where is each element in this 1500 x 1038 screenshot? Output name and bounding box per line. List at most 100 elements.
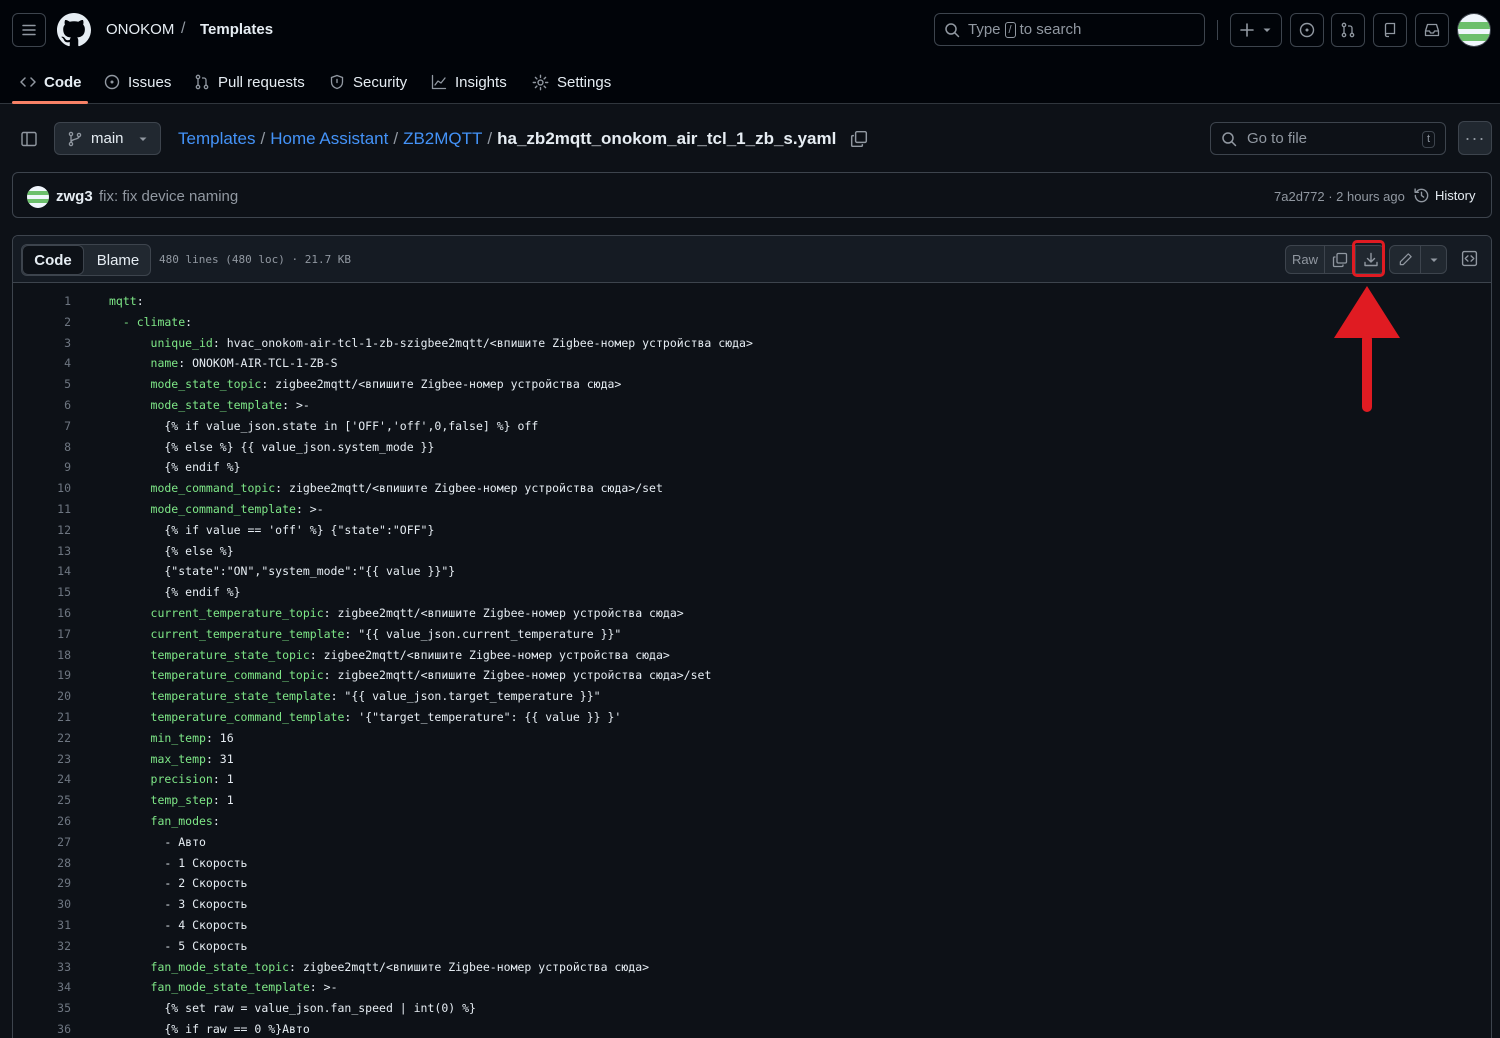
tab-pull-requests[interactable]: Pull requests: [194, 60, 305, 104]
global-header: ONOKOM / Templates Type / to search Code…: [0, 0, 1500, 104]
plus-icon: [1240, 23, 1254, 37]
line-content: - 1 Скорость: [109, 853, 247, 874]
yaml-value: - Авто: [109, 834, 206, 849]
edit-options-dropdown[interactable]: [1421, 246, 1447, 273]
yaml-key: mode_state_topic: [109, 377, 262, 392]
line-number[interactable]: 1: [13, 291, 71, 312]
commit-author-avatar[interactable]: [27, 186, 49, 208]
create-new-button[interactable]: [1230, 13, 1282, 47]
line-number[interactable]: 23: [13, 749, 71, 770]
line-number[interactable]: 15: [13, 582, 71, 603]
global-search-input[interactable]: Type / to search: [934, 13, 1205, 46]
yaml-value: - 5 Скорость: [109, 938, 248, 953]
line-content: {% if value == 'off' %} {"state":"OFF"}: [109, 520, 434, 541]
line-number[interactable]: 11: [13, 499, 71, 520]
repositories-button[interactable]: [1373, 13, 1407, 47]
copy-raw-button[interactable]: [1325, 246, 1355, 273]
menu-button[interactable]: [12, 13, 46, 47]
yaml-value: {% else %}: [109, 543, 234, 558]
line-number[interactable]: 29: [13, 873, 71, 894]
line-number[interactable]: 13: [13, 541, 71, 562]
commit-author[interactable]: zwg3: [56, 188, 93, 205]
yaml-key: fan_mode_state_topic: [109, 959, 290, 974]
history-button[interactable]: History: [1413, 187, 1475, 204]
line-number[interactable]: 4: [13, 353, 71, 374]
file-path-breadcrumb: Templates / Home Assistant / ZB2MQTT / h…: [178, 129, 868, 149]
line-number[interactable]: 26: [13, 811, 71, 832]
line-number[interactable]: 33: [13, 957, 71, 978]
edit-file-button[interactable]: [1390, 246, 1420, 273]
code-line: 9 {% endif %}: [13, 457, 1491, 478]
line-number[interactable]: 27: [13, 832, 71, 853]
toggle-file-tree-button[interactable]: [12, 122, 46, 155]
line-content: - 3 Скорость: [109, 894, 247, 915]
line-number[interactable]: 5: [13, 374, 71, 395]
line-number[interactable]: 3: [13, 333, 71, 354]
path-link-templates[interactable]: Templates: [178, 129, 255, 149]
tab-code[interactable]: Code: [20, 60, 82, 104]
line-number[interactable]: 12: [13, 520, 71, 541]
tab-security[interactable]: Security: [329, 60, 407, 104]
line-number[interactable]: 34: [13, 977, 71, 998]
path-link-home-assistant[interactable]: Home Assistant: [270, 129, 388, 149]
line-number[interactable]: 22: [13, 728, 71, 749]
github-logo-icon[interactable]: [57, 13, 91, 47]
line-number[interactable]: 30: [13, 894, 71, 915]
commit-sha-time[interactable]: 7a2d772 · 2 hours ago: [1274, 189, 1405, 204]
line-number[interactable]: 6: [13, 395, 71, 416]
inbox-button[interactable]: [1415, 13, 1449, 47]
line-number[interactable]: 21: [13, 707, 71, 728]
raw-button[interactable]: Raw: [1286, 246, 1324, 273]
issues-button[interactable]: [1290, 13, 1324, 47]
commit-message[interactable]: fix: fix device naming: [99, 188, 238, 205]
line-number[interactable]: 17: [13, 624, 71, 645]
yaml-value: {% endif %}: [109, 460, 241, 475]
line-number[interactable]: 24: [13, 769, 71, 790]
copy-path-icon[interactable]: [850, 130, 868, 148]
yaml-key: fan_modes: [109, 813, 213, 828]
search-shortcut-key: /: [1004, 21, 1016, 38]
go-to-file-shortcut: t: [1421, 131, 1435, 148]
yaml-key: current_temperature_template: [109, 626, 345, 641]
line-number[interactable]: 19: [13, 665, 71, 686]
line-number[interactable]: 20: [13, 686, 71, 707]
pull-requests-button[interactable]: [1331, 13, 1365, 47]
branch-selector[interactable]: main: [54, 122, 161, 155]
go-to-file-input[interactable]: Go to file t: [1210, 122, 1446, 155]
line-content: {% endif %}: [109, 582, 240, 603]
line-number[interactable]: 14: [13, 561, 71, 582]
line-number[interactable]: 9: [13, 457, 71, 478]
code-view-button[interactable]: Code: [22, 245, 84, 275]
line-number[interactable]: 25: [13, 790, 71, 811]
line-number[interactable]: 35: [13, 998, 71, 1019]
line-number[interactable]: 16: [13, 603, 71, 624]
line-number[interactable]: 2: [13, 312, 71, 333]
tab-issues[interactable]: Issues: [104, 60, 171, 104]
owner-link[interactable]: ONOKOM: [106, 21, 174, 38]
repo-nav-tabs: Code Issues Pull requests Security Insig…: [0, 60, 1500, 104]
tab-insights[interactable]: Insights: [431, 60, 507, 104]
yaml-key: temperature_state_template: [109, 689, 331, 704]
line-number[interactable]: 31: [13, 915, 71, 936]
line-number[interactable]: 36: [13, 1019, 71, 1038]
more-options-button[interactable]: ···: [1458, 121, 1492, 155]
line-content: - climate:: [109, 312, 192, 333]
symbols-panel-button[interactable]: [1455, 245, 1483, 272]
line-number[interactable]: 32: [13, 936, 71, 957]
blame-view-button[interactable]: Blame: [86, 245, 150, 275]
yaml-value: : hvac_onokom-air-tcl-1-zb-szigbee2mqtt/…: [212, 335, 753, 350]
line-number[interactable]: 10: [13, 478, 71, 499]
tab-settings[interactable]: Settings: [532, 60, 611, 104]
search-placeholder-end: to search: [1019, 21, 1082, 38]
path-link-zb2mqtt[interactable]: ZB2MQTT: [403, 129, 482, 149]
yaml-value: : zigbee2mqtt/<впишите Zigbee-номер устр…: [323, 605, 684, 620]
yaml-value: - 2 Скорость: [109, 876, 248, 891]
gear-icon: [532, 74, 549, 90]
repo-link[interactable]: Templates: [200, 21, 273, 38]
line-number[interactable]: 18: [13, 645, 71, 666]
code-line: 34 fan_mode_state_template: >-: [13, 977, 1491, 998]
line-number[interactable]: 7: [13, 416, 71, 437]
line-number[interactable]: 8: [13, 437, 71, 458]
user-avatar[interactable]: [1457, 13, 1491, 47]
line-number[interactable]: 28: [13, 853, 71, 874]
